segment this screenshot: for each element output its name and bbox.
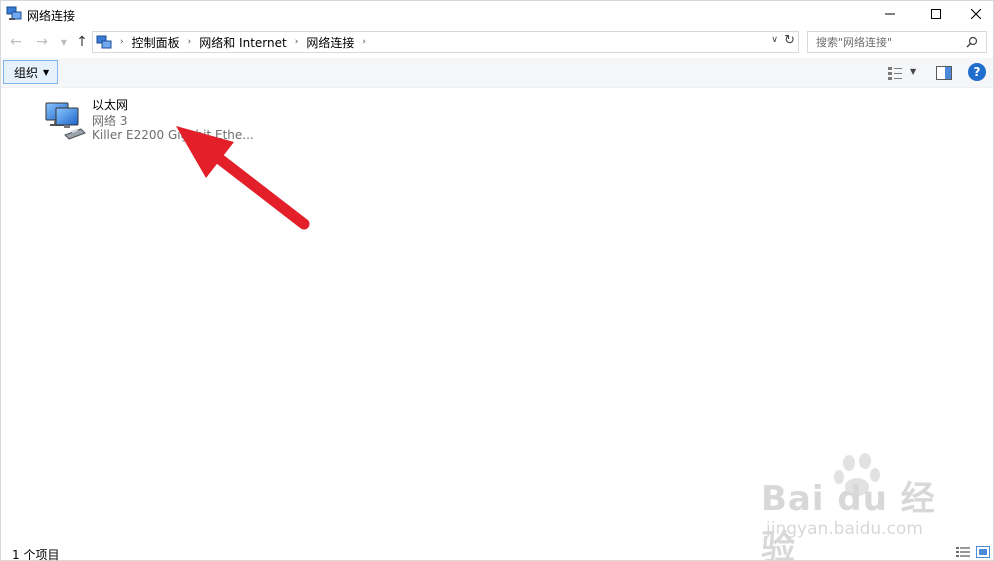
address-history-chevron-icon[interactable]: ∨ bbox=[771, 35, 778, 45]
arrow-left-icon: ← bbox=[10, 34, 22, 50]
connection-network: 网络 3 bbox=[92, 114, 128, 128]
status-bar: 1 个项目 bbox=[1, 542, 993, 561]
large-icons-view-icon[interactable] bbox=[976, 546, 990, 558]
item-count: 1 个项目 bbox=[12, 548, 60, 561]
breadcrumb-network-connections[interactable]: 网络连接 bbox=[306, 34, 354, 51]
minimize-button[interactable] bbox=[867, 1, 913, 27]
caret-down-icon: ▼ bbox=[43, 67, 50, 77]
organize-button[interactable]: 组织 ▼ bbox=[3, 60, 59, 84]
search-input[interactable] bbox=[816, 35, 966, 49]
view-options-caret-icon[interactable]: ▼ bbox=[910, 67, 916, 76]
ethernet-adapter-icon bbox=[45, 102, 86, 140]
back-button[interactable]: ← bbox=[7, 32, 25, 52]
control-panel-icon bbox=[96, 35, 112, 49]
title-bar: 网络连接 bbox=[1, 1, 993, 27]
preview-pane-icon[interactable] bbox=[936, 66, 952, 80]
maximize-icon bbox=[931, 9, 941, 19]
change-view-icon[interactable] bbox=[887, 65, 903, 81]
organize-label: 组织 bbox=[14, 65, 39, 80]
breadcrumb-separator-icon[interactable]: › bbox=[188, 37, 192, 47]
connection-item-ethernet[interactable]: 以太网 网络 3 Killer E2200 Gigabit Ethe... bbox=[41, 95, 254, 145]
breadcrumb-network-internet[interactable]: 网络和 Internet bbox=[199, 34, 286, 51]
address-bar[interactable]: › 控制面板 › 网络和 Internet › 网络连接 › ∨ ↻ bbox=[92, 31, 799, 53]
breadcrumb-separator-icon[interactable]: › bbox=[120, 37, 124, 47]
close-button[interactable] bbox=[953, 1, 994, 27]
explorer-window: 网络连接 ← → ▼ ↑ › 控制面板 › 网络和 Internet › 网络连… bbox=[0, 0, 994, 561]
file-list: 以太网 网络 3 Killer E2200 Gigabit Ethe... bbox=[1, 89, 993, 539]
arrow-right-icon: → bbox=[36, 34, 48, 50]
refresh-icon[interactable]: ↻ bbox=[784, 33, 795, 48]
recent-locations-button[interactable]: ▼ bbox=[55, 32, 73, 52]
command-bar: 组织 ▼ ▼ ? bbox=[1, 58, 993, 88]
chevron-down-icon: ▼ bbox=[60, 37, 68, 47]
breadcrumb-control-panel[interactable]: 控制面板 bbox=[132, 34, 180, 51]
connection-name: 以太网 bbox=[92, 98, 129, 112]
help-icon[interactable]: ? bbox=[968, 63, 986, 81]
connection-device: Killer E2200 Gigabit Ethe... bbox=[92, 128, 254, 142]
arrow-up-icon: ↑ bbox=[76, 34, 88, 50]
up-button[interactable]: ↑ bbox=[73, 32, 91, 52]
minimize-icon bbox=[885, 13, 895, 15]
search-box[interactable] bbox=[807, 31, 987, 53]
navigation-bar: ← → ▼ ↑ › 控制面板 › 网络和 Internet › 网络连接 › ∨… bbox=[1, 30, 993, 54]
close-icon bbox=[971, 9, 981, 19]
breadcrumb-separator-icon[interactable]: › bbox=[362, 37, 366, 47]
forward-button[interactable]: → bbox=[33, 32, 51, 52]
breadcrumb-separator-icon[interactable]: › bbox=[295, 37, 299, 47]
details-view-icon[interactable] bbox=[956, 546, 970, 558]
search-icon[interactable] bbox=[966, 36, 978, 48]
network-connections-app-icon bbox=[6, 6, 22, 20]
window-title: 网络连接 bbox=[27, 9, 76, 23]
